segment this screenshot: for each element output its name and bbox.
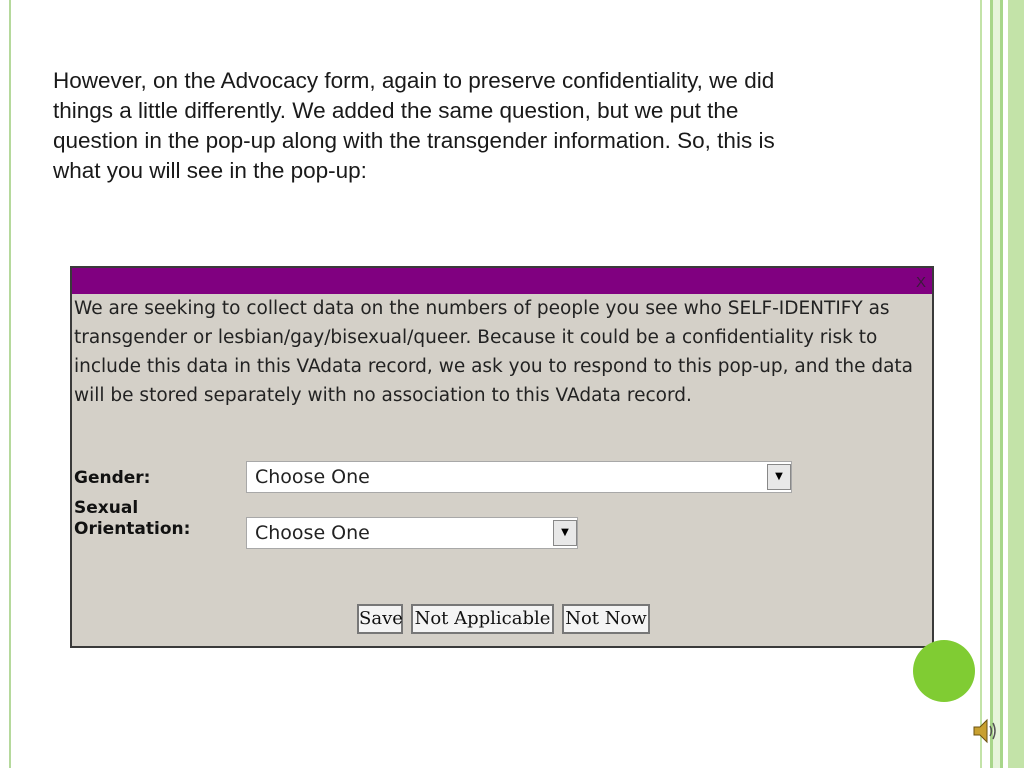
orientation-select-value: Choose One [255, 522, 370, 544]
popup-dialog: X We are seeking to collect data on the … [70, 266, 934, 648]
dialog-titlebar: X [72, 268, 932, 294]
gender-select-value: Choose One [255, 466, 370, 488]
not-now-button[interactable]: Not Now [562, 604, 650, 634]
close-icon[interactable]: X [912, 274, 930, 292]
chevron-down-icon[interactable]: ▼ [553, 520, 577, 546]
dialog-message: We are seeking to collect data on the nu… [74, 298, 914, 406]
chevron-down-icon[interactable]: ▼ [767, 464, 791, 490]
gender-label: Gender: [74, 468, 151, 488]
slide-frame-right [978, 0, 1024, 768]
orientation-select[interactable]: Choose One ▼ [246, 517, 578, 549]
speaker-icon[interactable] [972, 716, 998, 746]
orientation-label: Sexual Orientation: [74, 498, 191, 539]
decorative-circle [913, 640, 975, 702]
gender-select[interactable]: Choose One ▼ [246, 461, 792, 493]
save-button[interactable]: Save [357, 604, 403, 634]
not-applicable-button[interactable]: Not Applicable [411, 604, 554, 634]
slide-frame-left [0, 0, 11, 768]
slide-body-text: However, on the Advocacy form, again to … [53, 68, 775, 183]
